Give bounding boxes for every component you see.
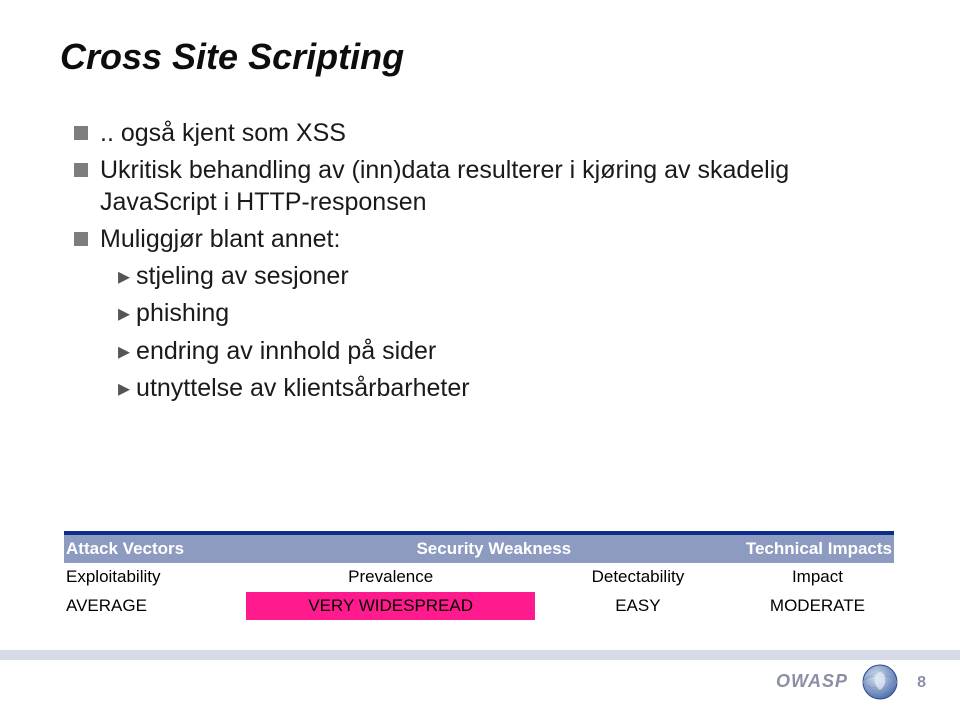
bullet-text: endring av innhold på sider: [136, 336, 874, 367]
footer-divider: [0, 650, 960, 660]
cell-prevalence-label: Prevalence: [246, 563, 534, 591]
col-security-weakness: Security Weakness: [247, 535, 740, 563]
table-row: Exploitability Prevalence Detectability …: [64, 563, 894, 591]
col-technical-impacts: Technical Impacts: [740, 535, 894, 563]
sub-bullet-item: ▸ stjeling av sesjoner: [118, 261, 874, 292]
bullet-item: Muliggjør blant annet:: [74, 224, 874, 255]
bullet-text: utnyttelse av klientsårbarheter: [136, 373, 874, 404]
cell-impact-value: MODERATE: [741, 592, 894, 620]
slide: Cross Site Scripting .. også kjent som X…: [0, 0, 960, 720]
cell-exploitability-label: Exploitability: [64, 563, 246, 591]
bullet-text: stjeling av sesjoner: [136, 261, 874, 292]
bullet-item: Ukritisk behandling av (inn)data resulte…: [74, 155, 874, 218]
bullet-text: .. også kjent som XSS: [100, 118, 874, 149]
square-bullet-icon: [74, 126, 88, 140]
arrow-bullet-icon: ▸: [118, 261, 130, 292]
bullet-text: Muliggjør blant annet:: [100, 224, 874, 255]
cell-detectability-label: Detectability: [535, 563, 741, 591]
owasp-logo-icon: [862, 664, 898, 700]
footer-org: OWASP: [776, 671, 848, 692]
table-row: AVERAGE VERY WIDESPREAD EASY MODERATE: [64, 592, 894, 620]
sub-bullet-item: ▸ phishing: [118, 298, 874, 329]
table-row: Attack Vectors Security Weakness Technic…: [64, 535, 894, 563]
sub-bullet-item: ▸ utnyttelse av klientsårbarheter: [118, 373, 874, 404]
cell-exploitability-value: AVERAGE: [64, 592, 246, 620]
square-bullet-icon: [74, 232, 88, 246]
risk-table: Attack Vectors Security Weakness Technic…: [64, 531, 894, 620]
cell-prevalence-value: VERY WIDESPREAD: [246, 592, 534, 620]
bullet-item: .. også kjent som XSS: [74, 118, 874, 149]
arrow-bullet-icon: ▸: [118, 298, 130, 329]
col-attack-vectors: Attack Vectors: [64, 535, 247, 563]
bullet-text: phishing: [136, 298, 874, 329]
arrow-bullet-icon: ▸: [118, 373, 130, 404]
sub-bullet-item: ▸ endring av innhold på sider: [118, 336, 874, 367]
cell-detectability-value: EASY: [535, 592, 741, 620]
cell-impact-label: Impact: [741, 563, 894, 591]
square-bullet-icon: [74, 163, 88, 177]
arrow-bullet-icon: ▸: [118, 336, 130, 367]
slide-title: Cross Site Scripting: [60, 36, 404, 78]
slide-content: .. også kjent som XSS Ukritisk behandlin…: [74, 118, 874, 410]
page-number: 8: [917, 674, 926, 692]
bullet-text: Ukritisk behandling av (inn)data resulte…: [100, 155, 874, 218]
